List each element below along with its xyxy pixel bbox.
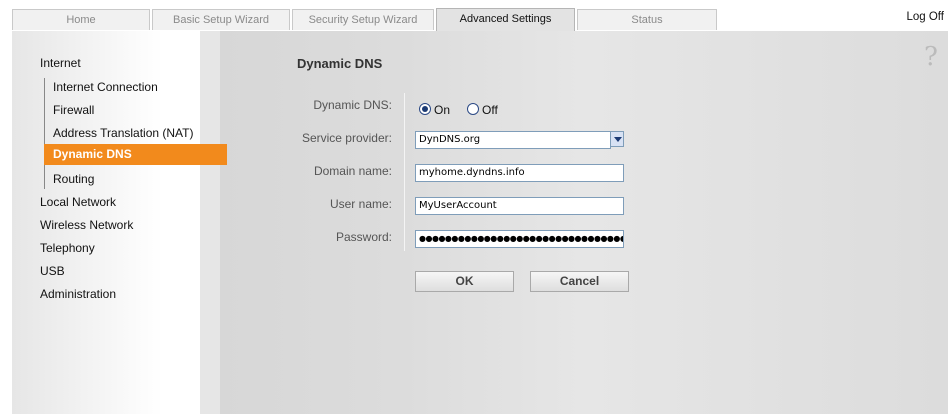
tab-status[interactable]: Status bbox=[577, 9, 717, 30]
top-nav-bar: Home Basic Setup Wizard Security Setup W… bbox=[0, 0, 948, 31]
page-title: Dynamic DNS bbox=[297, 56, 383, 71]
sidebar-item-internet-connection[interactable]: Internet Connection bbox=[53, 80, 158, 94]
sidebar-item-usb[interactable]: USB bbox=[40, 264, 65, 278]
user-name-label: User name: bbox=[329, 197, 392, 211]
sidebar-item-administration[interactable]: Administration bbox=[40, 287, 116, 301]
password-input[interactable]: ●●●●●●●●●●●●●●●●●●●●●●●●●●●●●●●●● bbox=[415, 230, 624, 248]
service-provider-label: Service provider: bbox=[301, 131, 392, 145]
sidebar-item-internet[interactable]: Internet bbox=[40, 56, 81, 70]
dynamic-dns-label: Dynamic DNS: bbox=[313, 98, 392, 112]
ok-button[interactable]: OK bbox=[415, 271, 514, 292]
sidebar-item-nat[interactable]: Address Translation (NAT) bbox=[53, 126, 194, 140]
chevron-down-icon[interactable] bbox=[610, 131, 624, 147]
log-off-link[interactable]: Log Off bbox=[906, 11, 944, 23]
domain-name-label: Domain name: bbox=[313, 164, 392, 178]
sidebar-item-telephony[interactable]: Telephony bbox=[40, 241, 95, 255]
sidebar-item-dynamic-dns-label: Dynamic DNS bbox=[53, 147, 132, 161]
form-separator bbox=[404, 93, 405, 251]
tab-basic-setup-wizard[interactable]: Basic Setup Wizard bbox=[152, 9, 290, 30]
user-name-input[interactable]: MyUserAccount bbox=[415, 197, 624, 215]
dynamic-dns-on-label: On bbox=[434, 103, 451, 117]
sidebar-item-local-network[interactable]: Local Network bbox=[40, 195, 116, 209]
tab-advanced-settings[interactable]: Advanced Settings bbox=[436, 8, 575, 31]
password-label: Password: bbox=[335, 230, 392, 244]
domain-name-input[interactable]: myhome.dyndns.info bbox=[415, 164, 624, 182]
service-provider-select[interactable]: DynDNS.org bbox=[415, 131, 611, 149]
sidebar-item-dynamic-dns[interactable]: Dynamic DNS bbox=[44, 144, 227, 165]
sidebar-separator bbox=[200, 31, 220, 414]
tab-security-setup-wizard[interactable]: Security Setup Wizard bbox=[292, 9, 434, 30]
dynamic-dns-off-radio[interactable] bbox=[467, 103, 479, 115]
cancel-button[interactable]: Cancel bbox=[530, 271, 629, 292]
sidebar-item-routing[interactable]: Routing bbox=[53, 172, 94, 186]
help-icon[interactable]: ? bbox=[924, 42, 938, 72]
submenu-guide-line bbox=[44, 78, 45, 189]
dynamic-dns-on-radio[interactable] bbox=[419, 103, 431, 115]
sidebar-item-wireless-network[interactable]: Wireless Network bbox=[40, 218, 133, 232]
sidebar-item-firewall[interactable]: Firewall bbox=[53, 103, 94, 117]
content-area bbox=[220, 31, 948, 414]
tab-home[interactable]: Home bbox=[12, 9, 150, 30]
dynamic-dns-off-label: Off bbox=[482, 103, 498, 117]
